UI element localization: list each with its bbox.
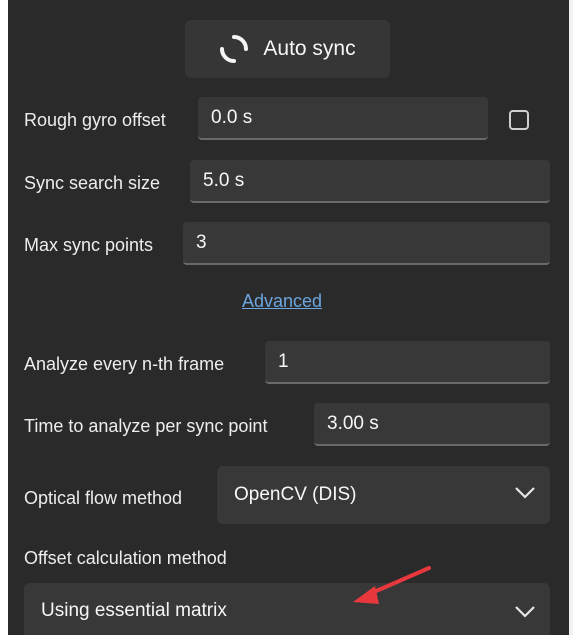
advanced-link[interactable]: Advanced [242, 291, 322, 312]
rough-gyro-offset-checkbox[interactable] [509, 110, 529, 130]
optical-flow-label: Optical flow method [24, 488, 183, 508]
sync-spinner-icon [220, 35, 249, 63]
offset-calc-select[interactable]: Using essential matrix [24, 583, 550, 635]
sync-settings-panel [8, 0, 571, 635]
offset-calc-label: Offset calculation method [24, 548, 227, 568]
scrollbar-track[interactable] [569, 0, 573, 635]
max-sync-points-field[interactable]: 3 [183, 222, 550, 265]
sync-search-size-label: Sync search size [24, 173, 161, 193]
time-per-point-field[interactable]: 3.00 s [314, 403, 550, 446]
auto-sync-button[interactable]: Auto sync [185, 20, 390, 78]
analyze-every-field[interactable]: 1 [265, 341, 550, 384]
sync-search-size-field[interactable]: 5.0 s [190, 160, 550, 203]
annotation-arrow-icon [353, 566, 431, 604]
chevron-down-icon [515, 606, 535, 618]
optical-flow-value: OpenCV (DIS) [234, 484, 357, 505]
time-per-point-label: Time to analyze per sync point [24, 416, 268, 436]
optical-flow-select[interactable]: OpenCV (DIS) [217, 466, 550, 524]
chevron-down-icon [515, 487, 535, 499]
offset-calc-value: Using essential matrix [41, 600, 227, 621]
max-sync-points-label: Max sync points [24, 235, 154, 255]
analyze-every-label: Analyze every n-th frame [24, 354, 225, 374]
rough-gyro-offset-field[interactable]: 0.0 s [198, 97, 488, 140]
auto-sync-label: Auto sync [263, 37, 356, 60]
rough-gyro-offset-label: Rough gyro offset [24, 110, 166, 130]
